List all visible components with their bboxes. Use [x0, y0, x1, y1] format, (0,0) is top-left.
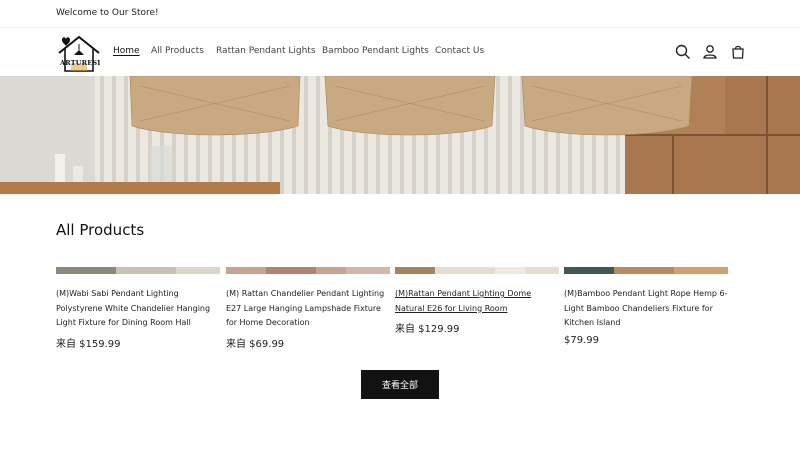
cart-icon[interactable]	[729, 43, 747, 61]
store-logo[interactable]: ARTURESI	[56, 31, 102, 73]
product-card[interactable]: (M)Bamboo Pendant Light Rope Hemp 6-Ligh…	[564, 263, 728, 346]
product-price: 来自 $69.99	[226, 339, 285, 351]
product-image[interactable]	[395, 263, 559, 274]
product-title[interactable]: (M)Bamboo Pendant Light Rope Hemp 6-Ligh…	[564, 287, 728, 331]
announcement-bar: Welcome to Our Store!	[0, 0, 800, 28]
product-price: 来自 $129.99	[395, 324, 460, 336]
nav-bamboo-pendant-lights[interactable]: Bamboo Pendant Lights	[322, 46, 429, 56]
product-title[interactable]: (M) Rattan Chandelier Pendant Lighting E…	[226, 287, 390, 331]
nav-all-products[interactable]: All Products	[151, 46, 204, 56]
product-title[interactable]: (M)Wabi Sabi Pendant Lighting Polystyren…	[56, 287, 220, 331]
view-all-button[interactable]: 查看全部	[361, 370, 439, 399]
site-header: ARTURESI Home All Products Rattan Pendan…	[0, 28, 800, 76]
product-card[interactable]: (M)Rattan Pendant Lighting Dome Natural …	[395, 263, 559, 335]
product-price: 来自 $159.99	[56, 339, 121, 351]
product-card[interactable]: (M) Rattan Chandelier Pendant Lighting E…	[226, 263, 390, 350]
hero-banner-image	[0, 76, 800, 194]
announcement-text: Welcome to Our Store!	[56, 8, 159, 18]
logo-text: ARTURESI	[60, 59, 101, 67]
product-image[interactable]	[56, 263, 220, 274]
product-price: $79.99	[564, 335, 599, 347]
nav-home[interactable]: Home	[113, 46, 140, 56]
nav-rattan-pendant-lights[interactable]: Rattan Pendant Lights	[216, 46, 316, 56]
section-title: All Products	[56, 221, 145, 239]
nav-contact-us[interactable]: Contact Us	[435, 46, 484, 56]
product-title[interactable]: (M)Rattan Pendant Lighting Dome Natural …	[395, 287, 559, 316]
search-icon[interactable]	[674, 43, 692, 61]
product-image[interactable]	[564, 263, 728, 274]
product-image[interactable]	[226, 263, 390, 274]
account-icon[interactable]	[701, 43, 719, 61]
product-card[interactable]: (M)Wabi Sabi Pendant Lighting Polystyren…	[56, 263, 220, 350]
